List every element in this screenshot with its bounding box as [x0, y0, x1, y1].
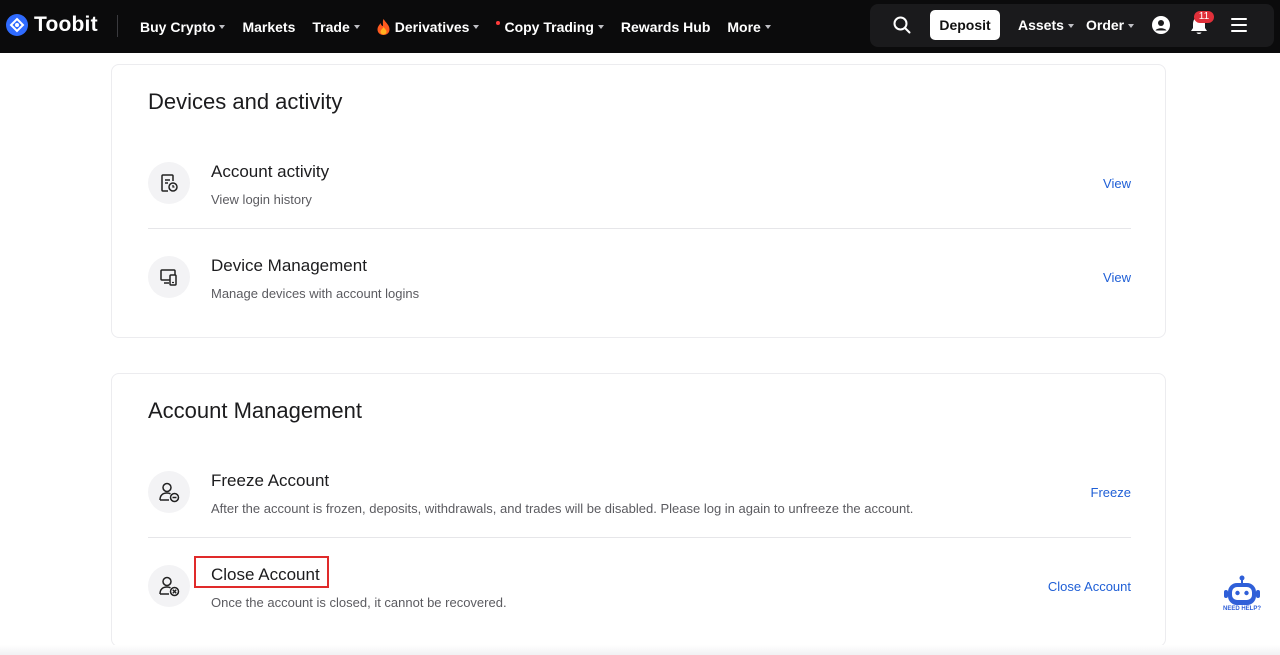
nav-item-label: Markets [242, 18, 296, 35]
nav-buy-crypto[interactable]: Buy Crypto [140, 18, 226, 35]
chevron-down-icon [764, 25, 771, 29]
user-freeze-icon [148, 471, 190, 513]
user-close-icon [148, 565, 190, 607]
view-devices-link[interactable]: View [1103, 270, 1131, 285]
chevron-down-icon [597, 25, 604, 29]
section-title: Devices and activity [148, 89, 343, 114]
nav-divider [117, 15, 118, 37]
document-clock-icon [148, 162, 190, 204]
row-title: Account activity [211, 162, 330, 181]
row-divider [148, 228, 1131, 229]
nav-item-label: Buy Crypto [140, 18, 216, 35]
nav-order[interactable]: Order [1086, 17, 1135, 33]
hamburger-menu-icon[interactable] [1231, 18, 1247, 32]
devices-activity-card: Devices and activity Account activity Vi… [111, 64, 1166, 338]
nav-assets-label: Assets [1018, 17, 1064, 33]
freeze-account-row: Freeze Account After the account is froz… [148, 471, 1131, 521]
chevron-down-icon [1128, 23, 1135, 28]
close-account-link[interactable]: Close Account [1048, 579, 1131, 594]
devices-icon [148, 256, 190, 298]
flame-icon [377, 18, 390, 35]
row-description: After the account is frozen, deposits, w… [211, 501, 914, 516]
search-icon[interactable] [893, 16, 911, 39]
chevron-down-icon [1067, 23, 1074, 28]
notification-badge: 11 [1194, 11, 1214, 23]
nav-actions: Deposit Assets Order 11 [870, 4, 1274, 47]
nav-item-label: Derivatives [394, 18, 470, 35]
row-divider [148, 537, 1131, 538]
brand-logo[interactable]: Toobit [6, 13, 98, 37]
row-title: Freeze Account [211, 471, 330, 490]
nav-assets[interactable]: Assets [1018, 17, 1074, 33]
row-description: View login history [211, 192, 312, 207]
nav-order-label: Order [1086, 17, 1125, 33]
nav-item-label: More [727, 18, 761, 35]
row-description: Once the account is closed, it cannot be… [211, 595, 507, 610]
freeze-account-link[interactable]: Freeze [1091, 485, 1131, 500]
chevron-down-icon [353, 25, 360, 29]
deposit-button[interactable]: Deposit [930, 10, 1000, 40]
nav-rewards-hub[interactable]: Rewards Hub [621, 19, 710, 35]
nav-item-label: Rewards Hub [620, 18, 711, 35]
account-activity-row: Account activity View login history View [148, 162, 1131, 212]
account-management-card: Account Management Freeze Account After … [111, 373, 1166, 647]
chevron-down-icon [219, 25, 226, 29]
nav-more[interactable]: More [727, 18, 771, 35]
nav-markets[interactable]: Markets [242, 19, 295, 35]
nav-item-label: Trade [312, 18, 350, 35]
nav-derivatives[interactable]: Derivatives [377, 18, 480, 35]
row-description: Manage devices with account logins [211, 286, 420, 301]
nav-copy-trading[interactable]: Copy Trading [496, 18, 604, 35]
row-title: Device Management [211, 256, 367, 275]
chevron-down-icon [473, 25, 480, 29]
nav-trade[interactable]: Trade [312, 18, 360, 35]
highlight-box [194, 556, 329, 588]
section-title: Account Management [148, 398, 363, 423]
top-navbar: Toobit Buy Crypto Markets Trade Derivati… [0, 0, 1280, 53]
bottom-shadow [0, 645, 1280, 655]
toobit-logo-icon [6, 14, 28, 36]
user-avatar-icon[interactable] [1152, 16, 1170, 34]
brand-name: Toobit [34, 13, 98, 36]
help-label[interactable]: NEED HELP? [1222, 606, 1262, 612]
main-menu: Buy Crypto Markets Trade Derivatives Cop… [140, 0, 788, 53]
device-management-row: Device Management Manage devices with ac… [148, 256, 1131, 306]
nav-item-label: Copy Trading [504, 18, 594, 35]
new-dot-indicator [496, 20, 501, 25]
view-activity-link[interactable]: View [1103, 176, 1131, 191]
